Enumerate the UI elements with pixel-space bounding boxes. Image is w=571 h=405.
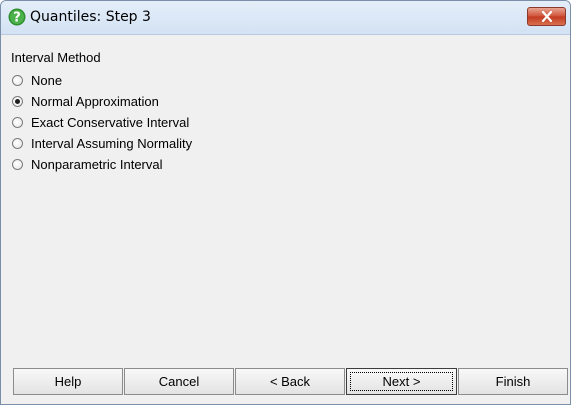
svg-text:?: ? [13, 11, 21, 26]
radio-label: Exact Conservative Interval [31, 114, 190, 130]
dialog-content: Interval Method None Normal Approximatio… [1, 36, 570, 404]
help-question-icon: ? [8, 8, 26, 26]
next-button-label: Next > [382, 374, 421, 389]
radio-button[interactable] [12, 116, 23, 128]
radio-interval-assuming-normality[interactable]: Interval Assuming Normality [12, 134, 192, 152]
close-x-icon [541, 11, 553, 22]
radio-normal-approximation[interactable]: Normal Approximation [12, 92, 159, 110]
window-title: Quantiles: Step 3 [30, 9, 151, 25]
next-button[interactable]: Next > [346, 368, 457, 395]
finish-button[interactable]: Finish [458, 368, 568, 395]
radio-nonparametric-interval[interactable]: Nonparametric Interval [12, 155, 163, 173]
help-button-label: Help [54, 374, 82, 389]
radio-exact-conservative-interval[interactable]: Exact Conservative Interval [12, 113, 189, 131]
quantiles-dialog: ? Quantiles: Step 3 Interval Method None… [0, 0, 571, 405]
close-button[interactable] [527, 7, 566, 26]
radio-button[interactable] [12, 158, 23, 170]
radio-button-selected[interactable] [12, 95, 23, 107]
radio-label: None [31, 72, 63, 88]
radio-label: Nonparametric Interval [31, 156, 163, 172]
radio-button[interactable] [12, 137, 23, 149]
cancel-button-label: Cancel [158, 374, 200, 389]
radio-button[interactable] [12, 74, 23, 86]
radio-label: Normal Approximation [31, 93, 159, 109]
interval-method-label: Interval Method [11, 50, 101, 65]
back-button-label: < Back [269, 374, 311, 389]
cancel-button[interactable]: Cancel [124, 368, 234, 395]
back-button[interactable]: < Back [235, 368, 345, 395]
title-bar[interactable]: ? Quantiles: Step 3 [1, 1, 570, 35]
finish-button-label: Finish [495, 374, 531, 389]
radio-label: Interval Assuming Normality [31, 135, 193, 151]
radio-none[interactable]: None [12, 71, 62, 89]
help-button[interactable]: Help [13, 368, 123, 395]
